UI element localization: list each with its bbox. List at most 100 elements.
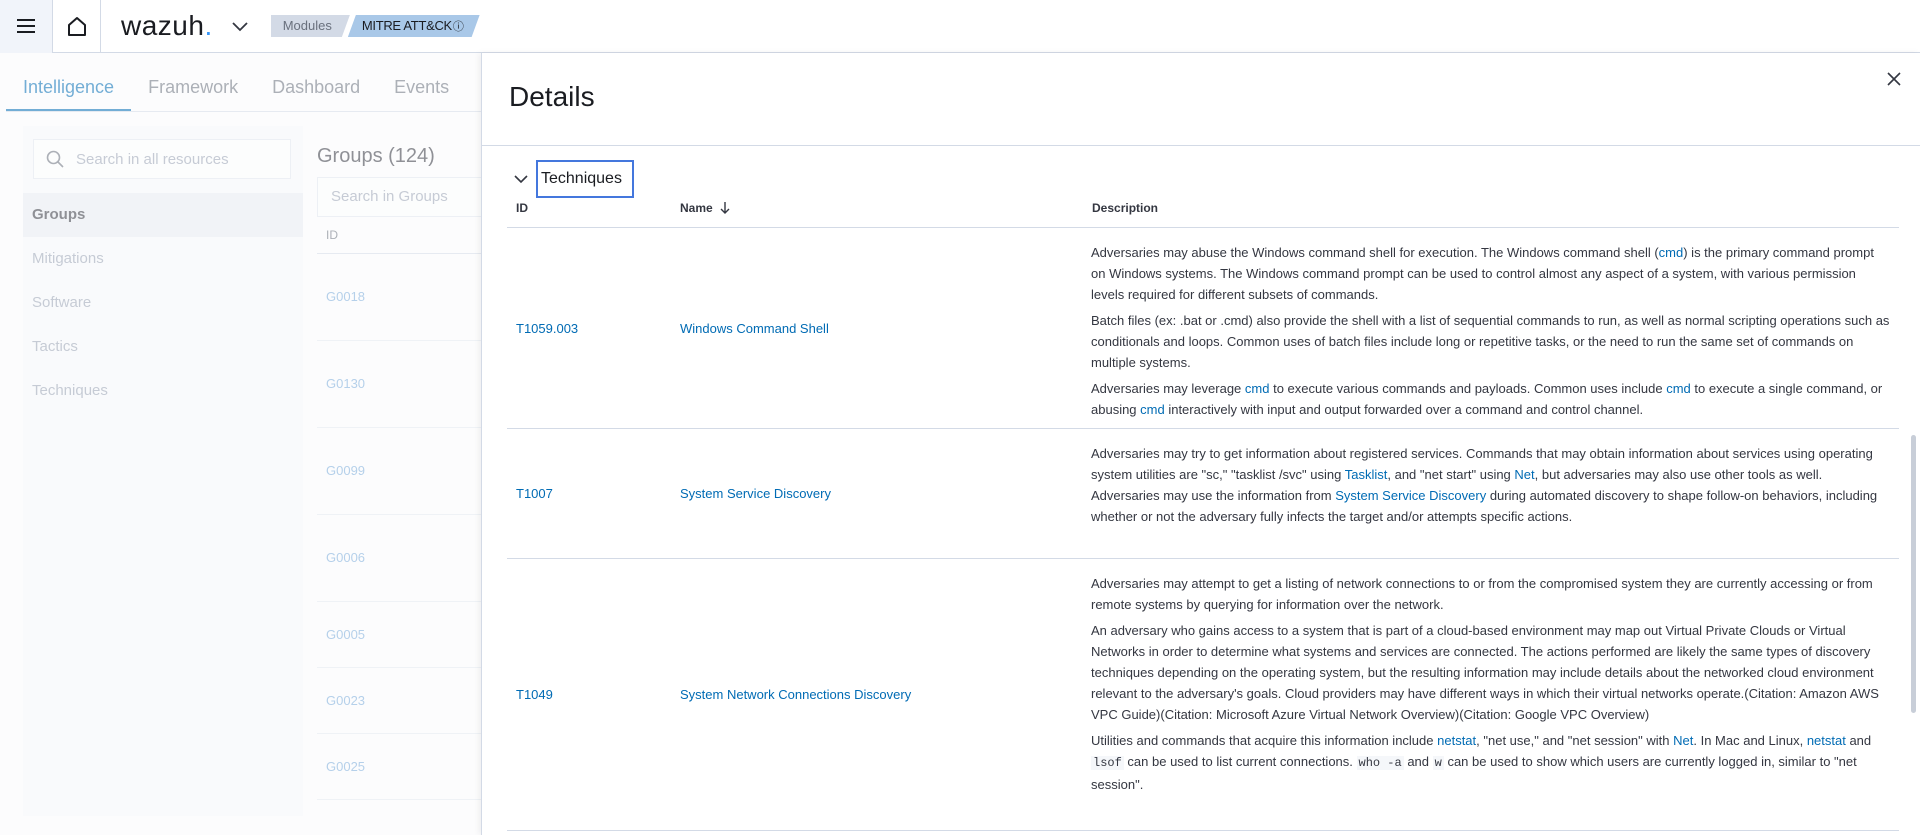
description-text: Batch files (ex: .bat or .cmd) also prov… <box>1091 313 1890 370</box>
description-link[interactable]: cmd <box>1245 381 1270 396</box>
groups-column-id[interactable]: ID <box>326 228 338 242</box>
inline-code: lsof <box>1091 756 1124 770</box>
description-text: and <box>1403 754 1433 769</box>
description-text: Adversaries may abuse the Windows comman… <box>1091 245 1659 260</box>
resource-item-groups[interactable]: Groups <box>23 193 303 237</box>
details-flyout: Details Techniques ID Name Description T… <box>481 53 1920 835</box>
description-text: . In Mac and Linux, <box>1693 733 1807 748</box>
resource-item-tactics[interactable]: Tactics <box>23 325 303 369</box>
group-row-divider <box>317 799 482 800</box>
app-switcher-button[interactable] <box>231 16 251 36</box>
close-icon <box>1887 72 1901 86</box>
group-id-link[interactable]: G0006 <box>326 550 365 565</box>
group-id-link[interactable]: G0023 <box>326 693 365 708</box>
flyout-header-divider <box>482 145 1920 146</box>
description-link[interactable]: Net <box>1514 467 1534 482</box>
tabs-divider <box>6 111 482 112</box>
description-link[interactable]: System Service Discovery <box>1335 488 1486 503</box>
description-text: , and "net start" using <box>1387 467 1515 482</box>
description-paragraph: Utilities and commands that acquire this… <box>1091 730 1891 795</box>
description-text: to execute various commands and payloads… <box>1269 381 1667 396</box>
description-paragraph: Batch files (ex: .bat or .cmd) also prov… <box>1091 310 1891 373</box>
column-header-id[interactable]: ID <box>516 201 528 215</box>
logo-text: wazuh <box>121 10 205 41</box>
technique-name-link[interactable]: System Service Discovery <box>680 486 831 501</box>
inline-code: w <box>1432 756 1444 770</box>
inline-code: who -a <box>1356 756 1404 770</box>
technique-description: Adversaries may try to get information a… <box>1091 443 1891 532</box>
menu-button[interactable] <box>0 0 53 53</box>
tab-dashboard[interactable]: Dashboard <box>255 75 377 111</box>
description-link[interactable]: cmd <box>1140 402 1165 417</box>
description-paragraph: Adversaries may attempt to get a listing… <box>1091 573 1891 615</box>
description-link[interactable]: cmd <box>1659 245 1684 260</box>
wazuh-logo[interactable]: wazuh. <box>121 10 213 42</box>
column-header-name[interactable]: Name <box>680 201 731 215</box>
groups-search-input[interactable]: Search in Groups <box>317 177 482 217</box>
group-row-divider <box>317 427 482 428</box>
description-text: , "net use," and "net session" with <box>1476 733 1674 748</box>
group-id-link[interactable]: G0099 <box>326 463 365 478</box>
chevron-down-icon <box>514 175 528 184</box>
main-tabs: Intelligence Framework Dashboard Events <box>6 75 466 111</box>
group-row-divider <box>317 514 482 515</box>
table-row: T1007 System Service Discovery Adversaries… <box>507 429 1899 559</box>
logo-dot: . <box>204 10 213 41</box>
table-row: T1059.003 Windows Command Shell Adversarie… <box>507 228 1899 429</box>
group-row-divider <box>317 601 482 602</box>
technique-id-link[interactable]: T1007 <box>516 486 553 501</box>
description-link[interactable]: netstat <box>1437 733 1476 748</box>
top-header: wazuh. Modules MITRE ATT&CKⓘ <box>0 0 1920 53</box>
group-row-divider <box>317 733 482 734</box>
info-icon: ⓘ <box>452 21 464 33</box>
description-text: Utilities and commands that acquire this… <box>1091 733 1438 748</box>
scrollbar[interactable] <box>1911 435 1916 713</box>
description-link[interactable]: cmd <box>1666 381 1691 396</box>
breadcrumb-mitre[interactable]: MITRE ATT&CKⓘ <box>348 15 480 37</box>
description-link[interactable]: netstat <box>1807 733 1846 748</box>
technique-description: Adversaries may attempt to get a listing… <box>1091 573 1891 800</box>
column-header-name-label: Name <box>680 201 713 215</box>
description-text: can be used to list current connections. <box>1123 754 1357 769</box>
resource-item-software[interactable]: Software <box>23 281 303 325</box>
group-id-link[interactable]: G0005 <box>326 627 365 642</box>
group-id-link[interactable]: G0130 <box>326 376 365 391</box>
description-text: Adversaries may attempt to get a listing… <box>1091 576 1873 612</box>
group-row-divider <box>317 340 482 341</box>
technique-description: Adversaries may abuse the Windows comman… <box>1091 242 1891 425</box>
menu-icon <box>17 19 35 33</box>
group-id-link[interactable]: G0025 <box>326 759 365 774</box>
close-button[interactable] <box>1884 69 1904 89</box>
tab-events[interactable]: Events <box>377 75 466 111</box>
technique-name-link[interactable]: Windows Command Shell <box>680 321 829 336</box>
resource-item-mitigations[interactable]: Mitigations <box>23 237 303 281</box>
group-id-link[interactable]: G0018 <box>326 289 365 304</box>
technique-id-link[interactable]: T1059.003 <box>516 321 578 336</box>
resources-list: Groups Mitigations Software Tactics Tech… <box>23 193 303 413</box>
column-header-description[interactable]: Description <box>1092 201 1158 215</box>
search-icon <box>46 150 64 168</box>
technique-name-link[interactable]: System Network Connections Discovery <box>680 687 911 702</box>
description-text: interactively with input and output forw… <box>1164 402 1644 417</box>
description-paragraph: Adversaries may abuse the Windows comman… <box>1091 242 1891 305</box>
tab-framework[interactable]: Framework <box>131 75 255 111</box>
resources-search-placeholder: Search in all resources <box>76 150 229 168</box>
background-page: Intelligence Framework Dashboard Events … <box>0 53 482 835</box>
groups-title: Groups (124) <box>317 145 435 167</box>
description-link[interactable]: Net <box>1673 733 1693 748</box>
table-row: T1049 System Network Connections Discover… <box>507 559 1899 831</box>
technique-id-link[interactable]: T1049 <box>516 687 553 702</box>
flyout-title: Details <box>509 81 595 112</box>
breadcrumb: Modules MITRE ATT&CKⓘ <box>271 15 480 37</box>
breadcrumb-mitre-label: MITRE ATT&CK <box>361 18 452 33</box>
description-paragraph: An adversary who gains access to a syste… <box>1091 620 1891 725</box>
home-button[interactable] <box>53 0 101 53</box>
techniques-accordion-button[interactable]: Techniques <box>536 160 634 198</box>
resource-item-techniques[interactable]: Techniques <box>23 369 303 413</box>
description-link[interactable]: Tasklist <box>1345 467 1388 482</box>
tab-intelligence[interactable]: Intelligence <box>6 75 132 111</box>
breadcrumb-modules[interactable]: Modules <box>271 15 350 37</box>
description-text: and <box>1845 733 1872 748</box>
techniques-accordion-toggle[interactable] <box>514 171 528 184</box>
resources-search-input[interactable]: Search in all resources <box>33 139 291 179</box>
